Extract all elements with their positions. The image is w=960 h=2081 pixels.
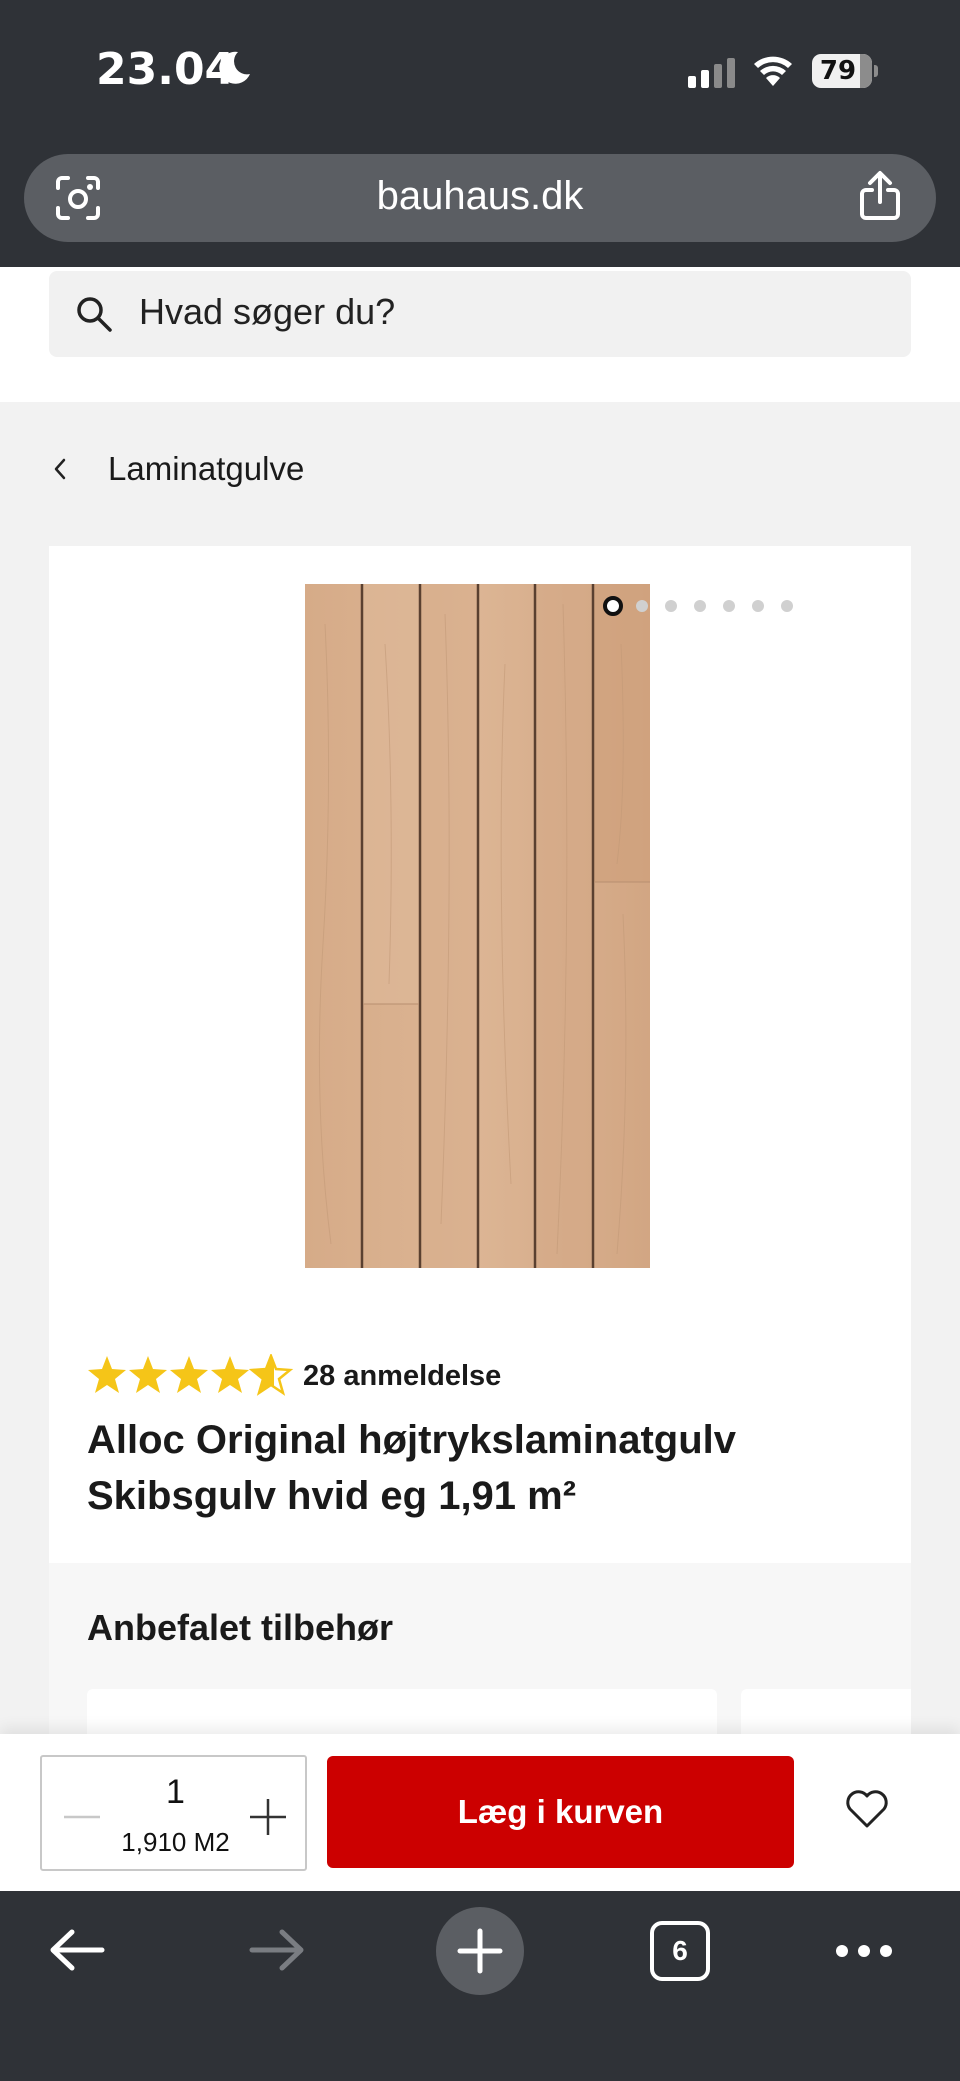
wifi-icon xyxy=(754,56,792,86)
share-icon[interactable] xyxy=(858,170,902,222)
carousel-dot[interactable] xyxy=(665,600,677,612)
recommended-accessories: Anbefalet tilbehør xyxy=(49,1563,911,1738)
carousel-dot[interactable] xyxy=(603,596,623,616)
product-rating[interactable]: 28 anmeldelse xyxy=(87,1354,501,1398)
carousel-dot[interactable] xyxy=(781,600,793,612)
star-rating-icon xyxy=(88,1354,292,1395)
carousel-dot[interactable] xyxy=(636,600,648,612)
moon-icon xyxy=(219,51,250,84)
product-title: Alloc Original højtrykslaminatgulv Skibs… xyxy=(87,1418,737,1518)
search-box[interactable] xyxy=(49,271,911,357)
search-section xyxy=(0,267,960,402)
battery-icon: 79 xyxy=(812,54,878,88)
rating-count[interactable]: 28 anmeldelse xyxy=(303,1360,501,1393)
carousel-dot[interactable] xyxy=(723,600,735,612)
purchase-bar: 1 1,910 M2 Læg i kurven xyxy=(0,1734,960,1891)
accessory-card[interactable] xyxy=(741,1689,911,1738)
browser-bottom-toolbar: 6 xyxy=(0,1891,960,2081)
carousel-dot[interactable] xyxy=(752,600,764,612)
forward-arrow-icon[interactable] xyxy=(248,1927,306,1973)
breadcrumb[interactable]: Laminatgulve xyxy=(48,446,304,492)
more-icon[interactable] xyxy=(834,1943,894,1959)
battery-level: 79 xyxy=(819,56,857,86)
chevron-left-icon[interactable] xyxy=(48,454,72,484)
tabs-icon[interactable]: 6 xyxy=(650,1921,710,1981)
product-image[interactable] xyxy=(305,584,650,1268)
accessory-card[interactable] xyxy=(87,1689,717,1738)
address-bar[interactable]: bauhaus.dk xyxy=(24,154,936,242)
product-card: 28 anmeldelse Alloc Original højtrykslam… xyxy=(49,546,911,1566)
search-input[interactable] xyxy=(139,291,839,333)
plus-icon[interactable] xyxy=(246,1795,290,1839)
breadcrumb-label[interactable]: Laminatgulve xyxy=(108,450,304,488)
image-carousel-dots[interactable] xyxy=(603,596,810,616)
plus-icon xyxy=(457,1928,503,1974)
new-tab-button[interactable] xyxy=(436,1907,524,1995)
quantity-stepper[interactable]: 1 1,910 M2 xyxy=(40,1755,307,1871)
add-to-cart-button[interactable]: Læg i kurven xyxy=(327,1756,794,1868)
carousel-dot[interactable] xyxy=(694,600,706,612)
back-arrow-icon[interactable] xyxy=(48,1927,106,1973)
status-time: 23.04 xyxy=(96,44,236,95)
heart-icon[interactable] xyxy=(844,1788,890,1830)
search-icon xyxy=(77,297,112,332)
accessories-title: Anbefalet tilbehør xyxy=(87,1607,394,1648)
browser-top-chrome: 23.04 79 bauhaus.dk xyxy=(0,0,960,267)
url-text[interactable]: bauhaus.dk xyxy=(24,174,936,219)
signal-icon xyxy=(688,58,735,88)
